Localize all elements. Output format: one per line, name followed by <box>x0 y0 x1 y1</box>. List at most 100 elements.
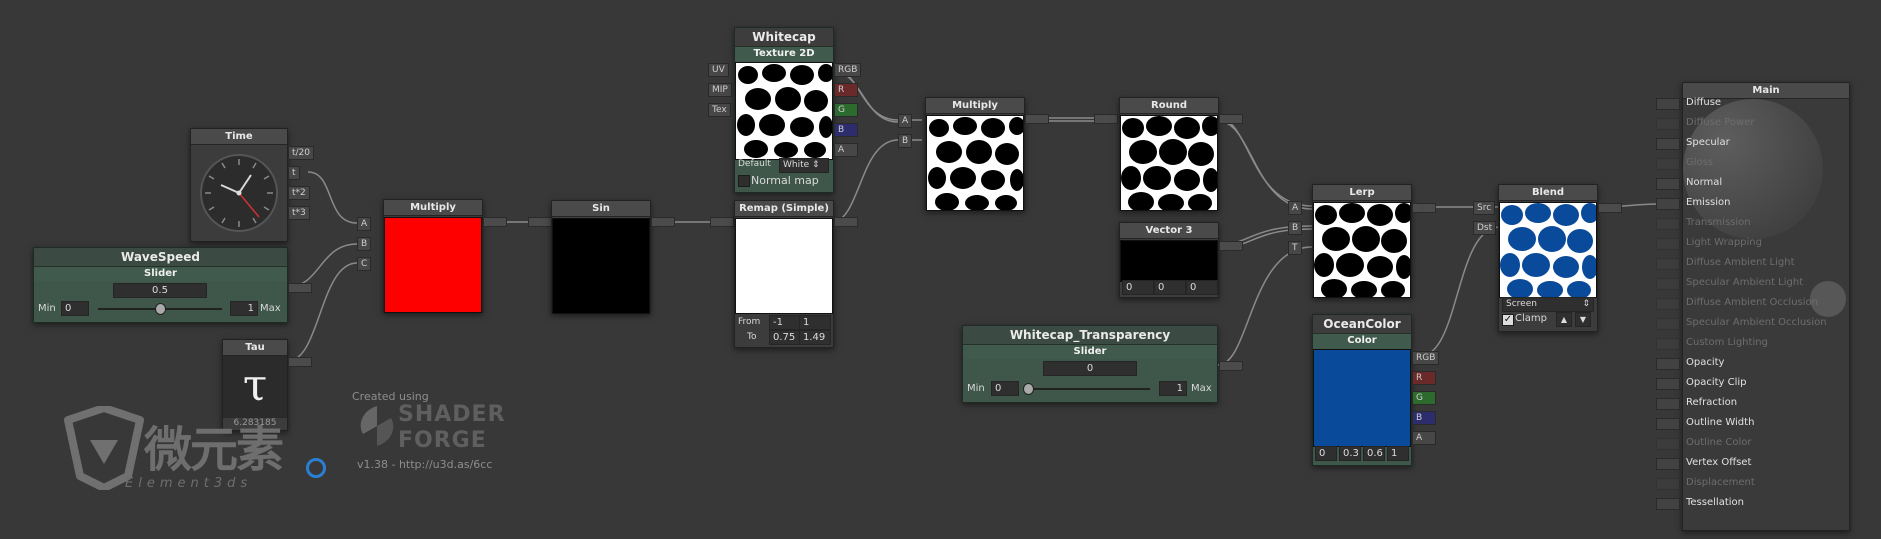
main-input-port[interactable] <box>1656 498 1680 510</box>
round-output[interactable] <box>1219 114 1243 124</box>
transparency-slider-track[interactable] <box>1026 388 1150 390</box>
sin-output[interactable] <box>651 217 675 227</box>
move-down-button[interactable]: ▼ <box>1575 312 1591 327</box>
wavespeed-slider-thumb[interactable] <box>155 303 166 315</box>
vector3-y-field[interactable]: 0 <box>1154 280 1186 295</box>
transparency-min-field[interactable]: 0 <box>991 381 1019 396</box>
multiply1-input-b[interactable]: B <box>357 237 372 251</box>
whitecap-input-mip[interactable]: MIP <box>708 83 732 97</box>
multiply1-input-c[interactable]: C <box>357 257 372 271</box>
lerp-output[interactable] <box>1412 203 1436 213</box>
whitecap-output-b[interactable]: B <box>834 123 858 137</box>
wavespeed-value-field[interactable]: 0.5 <box>113 283 207 298</box>
multiply2-input-b[interactable]: B <box>898 134 913 148</box>
move-up-button[interactable]: ▲ <box>1556 312 1572 327</box>
oceancolor-node[interactable]: OceanColor Color 0 0.3 0.6 1 <box>1312 314 1412 466</box>
time-output-t20[interactable]: t/20 <box>288 146 315 160</box>
oceancolor-output-b[interactable]: B <box>1412 411 1436 425</box>
remap-output[interactable] <box>834 217 858 227</box>
main-input-port[interactable] <box>1656 458 1680 470</box>
multiply1-node[interactable]: Multiply <box>383 199 483 313</box>
blend-output[interactable] <box>1598 203 1622 213</box>
lerp-input-t[interactable]: T <box>1288 241 1302 255</box>
blend-input-dst[interactable]: Dst <box>1473 221 1497 235</box>
clamp-checkbox[interactable]: ✓ <box>1502 314 1514 326</box>
oceancolor-output-r[interactable]: R <box>1412 371 1436 385</box>
oceancolor-a-field[interactable]: 1 <box>1387 446 1409 461</box>
multiply2-preview <box>926 115 1024 211</box>
round-node[interactable]: Round <box>1119 97 1219 211</box>
whitecap-default-dropdown[interactable]: White ⇕ <box>779 158 829 173</box>
oceancolor-output-rgb[interactable]: RGB <box>1412 351 1440 365</box>
multiply1-output[interactable] <box>483 217 507 227</box>
remap-to-max[interactable]: 1.49 <box>799 330 831 345</box>
whitecap-input-tex[interactable]: Tex <box>708 103 731 117</box>
lerp-input-a[interactable]: A <box>1288 201 1303 215</box>
vector3-preview <box>1120 240 1218 282</box>
blend-input-src[interactable]: Src <box>1473 201 1496 215</box>
wavespeed-max-field[interactable]: 1 <box>230 301 258 316</box>
main-input-port[interactable] <box>1656 418 1680 430</box>
whitecap-input-uv[interactable]: UV <box>708 63 729 77</box>
main-input-port <box>1656 298 1680 310</box>
remap-node[interactable]: Remap (Simple) From -1 1 To 0.75 1.49 <box>734 200 834 348</box>
main-input-label: Gloss <box>1686 157 1714 168</box>
oceancolor-output-a[interactable]: A <box>1412 431 1436 445</box>
remap-from-min[interactable]: -1 <box>769 315 801 330</box>
remap-from-max[interactable]: 1 <box>799 315 831 330</box>
remap-to-min[interactable]: 0.75 <box>769 330 801 345</box>
transparency-slider-thumb[interactable] <box>1023 383 1034 395</box>
whitecap-output-r[interactable]: R <box>834 83 858 97</box>
main-input-port[interactable] <box>1656 198 1680 210</box>
main-input-port[interactable] <box>1656 358 1680 370</box>
multiply1-preview <box>384 217 482 313</box>
normal-map-checkbox[interactable] <box>738 175 750 187</box>
multiply1-input-a[interactable]: A <box>357 217 372 231</box>
time-node[interactable]: Time <box>190 128 288 242</box>
main-input-port[interactable] <box>1656 138 1680 150</box>
main-input-port[interactable] <box>1656 398 1680 410</box>
tau-output[interactable] <box>288 357 312 367</box>
main-input-port[interactable] <box>1656 98 1680 110</box>
multiply2-input-a[interactable]: A <box>898 114 913 128</box>
transparency-max-field[interactable]: 1 <box>1159 381 1187 396</box>
oceancolor-b-field[interactable]: 0.6 <box>1363 446 1385 461</box>
main-input-label: Outline Width <box>1686 417 1755 428</box>
multiply2-output[interactable] <box>1025 114 1049 124</box>
oceancolor-output-g[interactable]: G <box>1412 391 1436 405</box>
blend-mode-dropdown[interactable]: Screen ⇕ <box>1502 297 1594 312</box>
whitecap-output-rgb[interactable]: RGB <box>834 63 862 77</box>
oceancolor-swatch[interactable] <box>1313 349 1411 447</box>
transparency-node[interactable]: Whitecap_Transparency Slider 0 Min 0 1 M… <box>962 325 1218 403</box>
sin-input[interactable] <box>528 217 552 227</box>
main-input-port[interactable] <box>1656 378 1680 390</box>
remap-input[interactable] <box>710 217 734 227</box>
time-output-t[interactable]: t <box>288 166 300 180</box>
time-output-t3[interactable]: t*3 <box>288 206 310 220</box>
transparency-output[interactable] <box>1219 361 1243 371</box>
blend-title: Blend <box>1499 185 1597 201</box>
transparency-value-field[interactable]: 0 <box>1043 361 1137 376</box>
oceancolor-g-field[interactable]: 0.3 <box>1339 446 1361 461</box>
wavespeed-output[interactable] <box>288 283 312 293</box>
vector3-node[interactable]: Vector 3 0 0 0 <box>1119 222 1219 298</box>
multiply2-node[interactable]: Multiply <box>925 97 1025 211</box>
time-output-t2[interactable]: t*2 <box>288 186 310 200</box>
oceancolor-r-field[interactable]: 0 <box>1315 446 1337 461</box>
round-input[interactable] <box>1094 114 1118 124</box>
blend-node[interactable]: Blend Screen ⇕ ✓ Clamp ▲ ▼ <box>1498 184 1598 332</box>
vector3-z-field[interactable]: 0 <box>1186 280 1218 295</box>
main-input-label: Diffuse <box>1686 97 1722 108</box>
whitecap-output-a[interactable]: A <box>834 143 858 157</box>
sin-node[interactable]: Sin <box>551 200 651 314</box>
wavespeed-min-field[interactable]: 0 <box>61 301 89 316</box>
vector3-output[interactable] <box>1219 241 1243 251</box>
main-input-port[interactable] <box>1656 178 1680 190</box>
wavespeed-node[interactable]: WaveSpeed Slider 0.5 Min 0 1 Max <box>33 247 288 323</box>
whitecap-node[interactable]: Whitecap Texture 2D Default White ⇕ Norm… <box>734 27 834 193</box>
vector3-x-field[interactable]: 0 <box>1122 280 1154 295</box>
clock-icon <box>200 154 278 232</box>
lerp-node[interactable]: Lerp <box>1312 184 1412 298</box>
lerp-input-b[interactable]: B <box>1288 221 1303 235</box>
whitecap-output-g[interactable]: G <box>834 103 858 117</box>
